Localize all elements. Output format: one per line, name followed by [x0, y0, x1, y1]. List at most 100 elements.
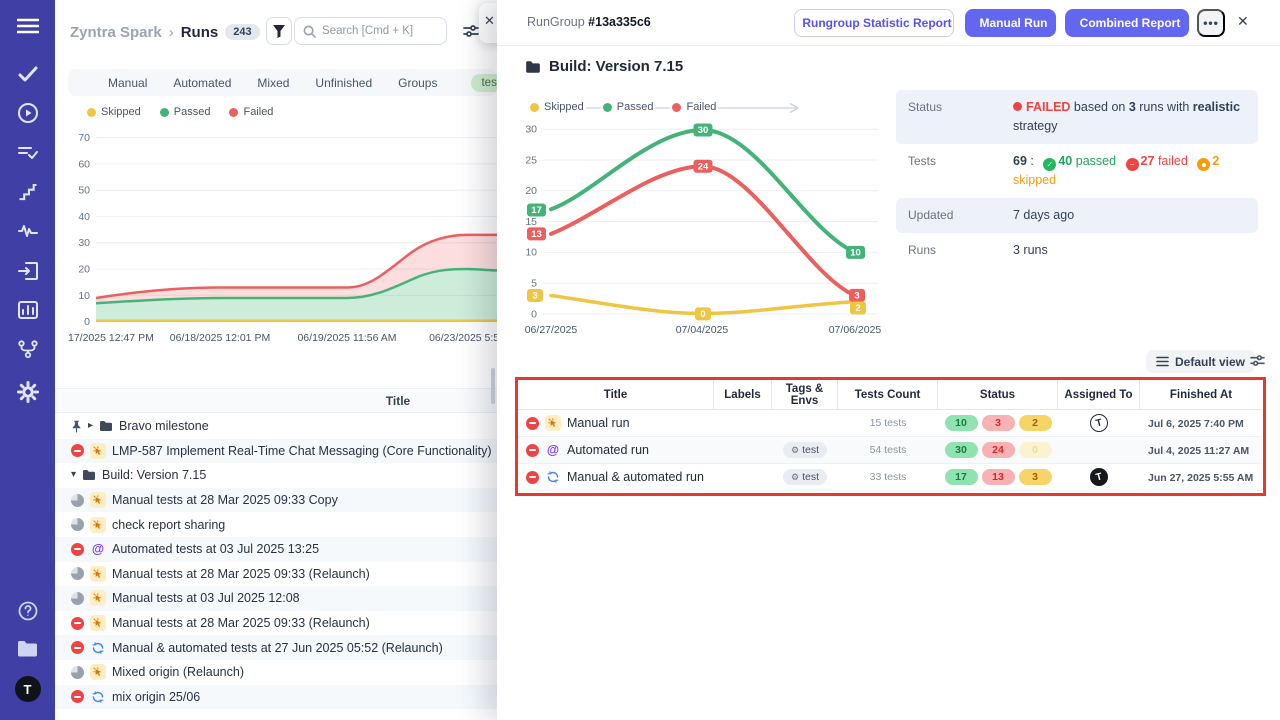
user-avatar[interactable]: T [0, 676, 55, 702]
run-list-item[interactable]: Manual tests at 28 Mar 2025 09:33 (Relau… [55, 611, 497, 636]
page-title: Runs [181, 24, 219, 41]
run-title-cell: @Automated run [518, 442, 714, 458]
run-list-item[interactable]: Mixed origin (Relaunch) [55, 660, 497, 685]
manual-run-icon [90, 615, 106, 631]
default-view-button[interactable]: Default view [1146, 350, 1255, 373]
tab-groups[interactable]: Groups [398, 76, 437, 90]
rungroup-statistic-report-button[interactable]: Rungroup Statistic Report [794, 9, 954, 37]
tag-pill[interactable]: ⚙test [783, 442, 827, 458]
run-list-item[interactable]: Manual tests at 28 Mar 2025 09:33 Copy [55, 488, 497, 513]
combined-report-button[interactable]: Combined Report [1065, 9, 1189, 37]
tests-check-icon[interactable] [0, 66, 55, 82]
manual-run-icon [90, 590, 106, 606]
collapse-caret-icon[interactable]: ▾ [71, 470, 76, 480]
rungroup-line-chart: 3025 2015 105 0 17 30 10 13 24 3 3 0 2 0… [497, 95, 897, 340]
workspace-pill[interactable]: test work [471, 74, 497, 92]
svg-text:3: 3 [532, 291, 537, 302]
folder-icon [82, 469, 96, 481]
rungroup-id: RunGroup #13a335c6 [527, 15, 651, 29]
steps-icon[interactable] [0, 184, 55, 201]
tab-mixed[interactable]: Mixed [257, 76, 289, 90]
run-list-item[interactable]: ▸Bravo milestone [55, 414, 497, 439]
app-sidebar: T [0, 0, 55, 720]
search-box[interactable] [294, 17, 447, 45]
run-title: LMP-587 Implement Real-Time Chat Messagi… [112, 444, 492, 458]
tab-manual[interactable]: Manual [108, 76, 147, 90]
updated-row: Updated 7 days ago [896, 198, 1258, 233]
menu-icon[interactable] [0, 18, 55, 34]
automated-run-icon: @ [90, 541, 106, 557]
analytics-icon[interactable] [0, 301, 55, 319]
run-list-item[interactable]: LMP-587 Implement Real-Time Chat Messagi… [55, 439, 497, 464]
run-list-item[interactable]: ▾Build: Version 7.15 [55, 463, 497, 488]
test-plans-icon[interactable] [0, 145, 55, 161]
search-input[interactable] [322, 25, 432, 37]
assignee-avatar[interactable]: T [1090, 414, 1108, 432]
svg-text:20: 20 [525, 185, 537, 197]
more-actions-button[interactable]: ••• [1197, 9, 1225, 37]
col-tags-envs[interactable]: Tags & Envs [772, 380, 838, 410]
expand-caret-icon[interactable]: ▸ [88, 421, 93, 431]
run-list-item[interactable]: mix origin 25/06 [55, 685, 497, 710]
project-name[interactable]: Zyntra Spark [70, 24, 162, 41]
rungroup-info: Status FAILED based on 3 runs with reali… [896, 90, 1258, 267]
projects-folder-icon[interactable] [0, 640, 55, 658]
funnel-icon [272, 24, 286, 38]
runs-panel: Zyntra Spark › Runs 243 ✕ Manual Automat… [55, 0, 497, 720]
mixed-run-icon [90, 689, 106, 705]
table-row[interactable]: @Automated run⚙test54 tests30240Jul 4, 2… [518, 437, 1262, 464]
scrollbar-thumb[interactable] [491, 368, 495, 404]
skipped-pill: 0 [1019, 442, 1052, 458]
failed-dot [672, 103, 681, 112]
svg-text:0: 0 [700, 309, 705, 320]
tag-pill[interactable]: ⚙test [783, 469, 827, 485]
run-list-item[interactable]: @Automated tests at 03 Jul 2025 13:25 [55, 537, 497, 562]
run-list-item[interactable]: check report sharing [55, 512, 497, 537]
manual-run-icon [545, 415, 561, 431]
activity-icon[interactable] [0, 224, 55, 238]
svg-text:0: 0 [84, 316, 90, 328]
run-list-item[interactable]: Manual tests at 28 Mar 2025 09:33 (Relau… [55, 562, 497, 587]
svg-text:17: 17 [531, 205, 542, 216]
table-row[interactable]: Manual run15 tests1032TJul 6, 2025 7:40 … [518, 410, 1262, 437]
cancelled-status-icon [71, 543, 84, 556]
runs-area-chart: 7060 5040 3020 100 17/2025 12:47 PM 06/1… [55, 120, 497, 350]
col-labels[interactable]: Labels [714, 380, 772, 410]
col-assigned-to[interactable]: Assigned To [1058, 380, 1140, 410]
col-status[interactable]: Status [938, 380, 1058, 410]
manual-run-button[interactable]: Manual Run [965, 9, 1056, 37]
area-chart-legend: Skipped Passed Failed [85, 106, 275, 118]
assignee-avatar[interactable]: T [1090, 468, 1108, 486]
skipped-dot [87, 108, 96, 117]
tab-unfinished[interactable]: Unfinished [315, 76, 372, 90]
svg-text:40: 40 [78, 211, 90, 223]
manual-run-icon [90, 517, 106, 533]
branches-icon[interactable] [0, 340, 55, 359]
svg-text:06/27/2025: 06/27/2025 [525, 324, 578, 336]
pin-icon [71, 420, 82, 433]
view-settings-icon[interactable] [463, 24, 479, 43]
svg-text:30: 30 [525, 124, 537, 136]
run-list-item[interactable]: Manual & automated tests at 27 Jun 2025 … [55, 635, 497, 660]
failed-series-line [551, 166, 855, 295]
col-title[interactable]: Title [518, 380, 714, 410]
table-row[interactable]: Manual & automated run⚙test33 tests17133… [518, 464, 1262, 491]
dismiss-icon[interactable]: ✕ [484, 13, 495, 29]
svg-text:2: 2 [855, 303, 860, 314]
run-list-item[interactable]: Manual tests at 03 Jul 2025 12:08 [55, 586, 497, 611]
col-tests-count[interactable]: Tests Count [838, 380, 938, 410]
col-finished-at[interactable]: Finished At [1140, 380, 1262, 410]
tab-automated[interactable]: Automated [173, 76, 231, 90]
line-chart-legend: Skipped Passed Failed [528, 101, 718, 113]
play-circle-icon[interactable] [0, 102, 55, 124]
settings-gear-icon[interactable] [0, 381, 55, 403]
rungroup-detail-panel: RunGroup #13a335c6 Rungroup Statistic Re… [497, 0, 1280, 720]
legend-failed: Failed [227, 106, 275, 118]
close-panel-icon[interactable]: ✕ [1237, 13, 1249, 30]
svg-text:0: 0 [531, 308, 537, 320]
table-settings-icon[interactable] [1250, 354, 1265, 372]
import-icon[interactable] [0, 262, 55, 280]
help-icon[interactable] [0, 601, 55, 621]
filter-button[interactable] [266, 17, 292, 45]
cancelled-status-icon [526, 444, 539, 457]
